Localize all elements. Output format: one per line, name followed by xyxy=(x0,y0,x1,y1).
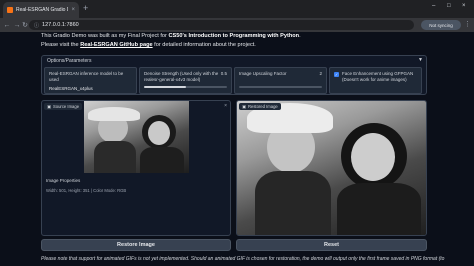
model-label: Real-ESRGAN inference model to be used xyxy=(49,71,124,82)
face-enhance-checkbox-block: ✓ Face Enhancement using GFPGAN (Doesn't… xyxy=(329,67,422,94)
clear-image-icon[interactable]: × xyxy=(224,103,227,109)
image-properties-title: Image Properties xyxy=(46,178,81,183)
denoise-number[interactable]: 0.5 xyxy=(221,71,227,76)
upscale-label: Image Upscaling Factor xyxy=(239,71,287,76)
reload-icon[interactable]: ↻ xyxy=(20,21,30,29)
intro-line-1-suffix: . xyxy=(299,33,301,39)
upscale-slider[interactable] xyxy=(239,86,322,88)
denoise-slider-block: Denoise Strength (Used only with the rea… xyxy=(139,67,232,94)
intro-line-1: This Gradio Demo was built as my Final P… xyxy=(41,32,301,41)
minimize-icon[interactable]: – xyxy=(432,3,435,9)
tab-close-icon[interactable]: × xyxy=(71,7,75,13)
woman-face xyxy=(351,133,395,181)
upscale-number[interactable]: 2 xyxy=(319,71,322,76)
browser-tab[interactable]: Real-ESRGAN Gradio Demo × xyxy=(3,2,79,18)
collapse-caret-icon[interactable]: ▼ xyxy=(418,57,423,63)
woman-body xyxy=(337,183,421,235)
intro-line-1-prefix: This Gradio Demo was built as my Final P… xyxy=(41,33,169,39)
address-bar[interactable]: ⓘ 127.0.0.1:7860 xyxy=(29,20,414,30)
man-body xyxy=(255,171,331,235)
face-enhance-label: Face Enhancement using GFPGAN (Doesn't w… xyxy=(342,71,414,82)
tab-title: Real-ESRGAN Gradio Demo xyxy=(16,7,68,13)
image-properties-value: Width: 501, Height: 351 | Color Mode: RG… xyxy=(46,188,127,193)
denoise-slider-fill xyxy=(144,86,186,88)
source-photo xyxy=(84,101,189,173)
denoise-slider[interactable] xyxy=(144,86,227,88)
reset-button[interactable]: Reset xyxy=(236,239,427,251)
source-image-badge: ▣ Source Image xyxy=(44,103,83,110)
denoise-label: Denoise Strength (Used only with the rea… xyxy=(144,71,219,82)
gif-support-note: Please note that support for animated GI… xyxy=(41,256,445,262)
model-value[interactable]: RealESRGAN_x4plus xyxy=(49,86,132,91)
restored-badge-label: Restored Image xyxy=(247,104,278,109)
man-body xyxy=(94,141,136,173)
intro-line-2-suffix: for detailed information about the proje… xyxy=(152,42,256,48)
image-icon: ▣ xyxy=(47,104,51,109)
source-image-panel[interactable]: ▣ Source Image × Image Properties Width: … xyxy=(41,100,231,236)
restored-image-panel: ▣ Restored Image xyxy=(236,100,427,236)
intro-line-2: Please visit the Real-ESRGAN GitHub page… xyxy=(41,41,301,50)
restored-photo xyxy=(237,101,426,235)
browser-menu-icon[interactable]: ⋮ xyxy=(464,20,471,28)
gradio-favicon-icon xyxy=(7,7,13,13)
intro-text: This Gradio Demo was built as my Final P… xyxy=(41,32,301,50)
github-link[interactable]: Real-ESRGAN GitHub page xyxy=(80,42,152,48)
close-window-icon[interactable]: × xyxy=(462,3,466,9)
new-tab-button[interactable]: + xyxy=(83,3,88,13)
maximize-icon[interactable]: □ xyxy=(447,3,451,9)
woman-face xyxy=(148,121,170,145)
face-enhance-checkbox[interactable]: ✓ xyxy=(334,72,339,77)
url-text: 127.0.0.1:7860 xyxy=(42,22,79,28)
course-name: CS50's Introduction to Programming with … xyxy=(168,33,300,39)
browser-toolbar: ← → ⓘ 127.0.0.1:7860 Not syncing ⋮ xyxy=(0,18,474,32)
woman-body xyxy=(140,147,184,173)
options-accordion: Options/Parameters ▼ Real-ESRGAN inferen… xyxy=(41,55,427,95)
restored-image-badge: ▣ Restored Image xyxy=(239,103,281,110)
source-badge-label: Source Image xyxy=(52,104,80,109)
image-icon: ▣ xyxy=(242,104,246,109)
profile-sync-button[interactable]: Not syncing xyxy=(421,20,461,30)
restore-image-button[interactable]: Restore Image xyxy=(41,239,231,251)
options-row: Real-ESRGAN inference model to be used R… xyxy=(44,67,424,94)
back-icon[interactable]: ← xyxy=(2,22,12,29)
model-dropdown[interactable]: Real-ESRGAN inference model to be used R… xyxy=(44,67,137,94)
gradio-page: This Gradio Demo was built as my Final P… xyxy=(0,32,474,266)
upscale-slider-block: Image Upscaling Factor 2 xyxy=(234,67,327,94)
info-icon: ⓘ xyxy=(34,22,40,29)
browser-tab-strip: Real-ESRGAN Gradio Demo × + – □ × xyxy=(0,0,474,18)
options-header[interactable]: Options/Parameters xyxy=(47,58,91,64)
intro-line-2-prefix: Please visit the xyxy=(41,42,81,48)
man-hat xyxy=(88,107,140,121)
